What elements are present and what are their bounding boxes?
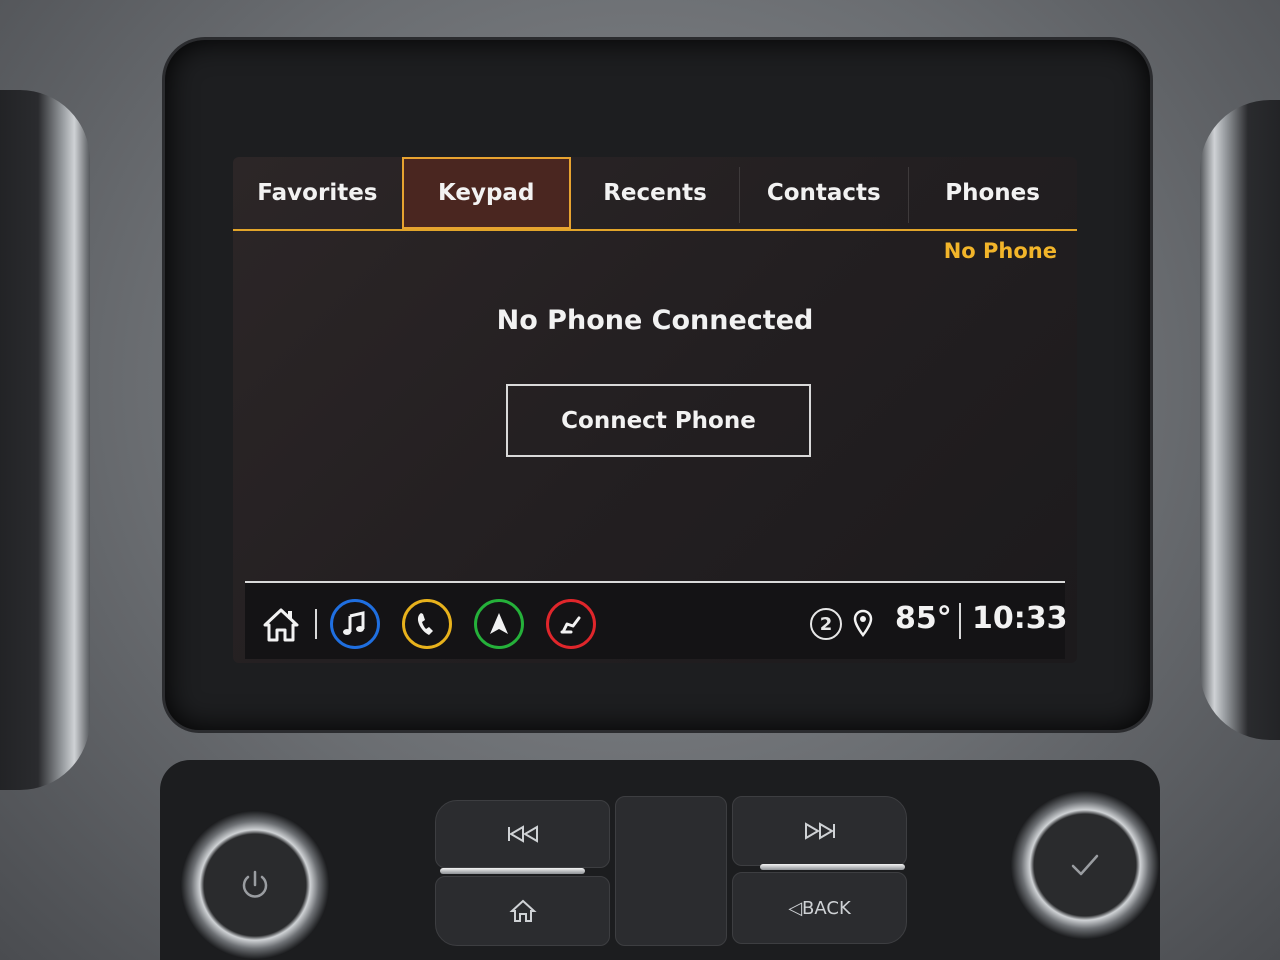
infotainment-screen: Favorites Keypad Recents Contacts Phones… <box>233 157 1077 663</box>
home-icon <box>508 899 537 922</box>
power-volume-knob[interactable] <box>180 810 330 960</box>
tab-label: Contacts <box>766 180 881 206</box>
location-pin-icon <box>852 609 874 639</box>
phone-status-label: No Phone <box>943 239 1057 263</box>
connect-phone-button[interactable]: Connect Phone <box>506 384 811 457</box>
back-label: ◁BACK <box>788 897 851 919</box>
tab-label: Phones <box>945 180 1040 206</box>
phone-icon[interactable] <box>402 599 452 649</box>
chrome-trim <box>760 864 905 870</box>
chrome-trim <box>440 868 585 874</box>
home-icon[interactable] <box>261 605 301 645</box>
left-air-vent <box>0 90 90 790</box>
tab-phones[interactable]: Phones <box>908 157 1077 229</box>
app-bottom-bar: 2 85° 10:33 <box>245 581 1068 659</box>
music-icon[interactable] <box>330 599 380 649</box>
tab-contacts[interactable]: Contacts <box>739 157 908 229</box>
next-track-button[interactable] <box>732 796 907 866</box>
divider <box>959 603 961 639</box>
checkmark-icon <box>1071 854 1099 876</box>
previous-track-button[interactable] <box>435 800 610 868</box>
tab-label: Recents <box>603 180 707 206</box>
temperature-readout: 85° <box>895 601 952 636</box>
no-phone-message: No Phone Connected <box>496 305 814 336</box>
center-hardware-button[interactable] <box>615 796 727 946</box>
vehicle-seat-icon[interactable] <box>546 599 596 649</box>
clock: 10:33 <box>972 601 1068 636</box>
navigation-icon[interactable] <box>474 599 524 649</box>
home-hardware-button[interactable] <box>435 876 610 946</box>
phone-tab-bar: Favorites Keypad Recents Contacts Phones <box>233 157 1077 231</box>
right-air-vent <box>1200 100 1280 740</box>
tab-label: Favorites <box>257 180 378 206</box>
tab-favorites[interactable]: Favorites <box>233 157 402 229</box>
back-button[interactable]: ◁BACK <box>732 872 907 944</box>
previous-track-icon <box>507 825 538 843</box>
notification-badge[interactable]: 2 <box>810 608 842 640</box>
power-icon <box>242 870 268 898</box>
next-track-icon <box>804 822 835 840</box>
divider <box>315 609 317 639</box>
tune-select-knob[interactable] <box>1010 790 1160 940</box>
tab-label: Keypad <box>437 180 535 206</box>
tab-recents[interactable]: Recents <box>571 157 740 229</box>
tab-keypad[interactable]: Keypad <box>401 157 571 229</box>
